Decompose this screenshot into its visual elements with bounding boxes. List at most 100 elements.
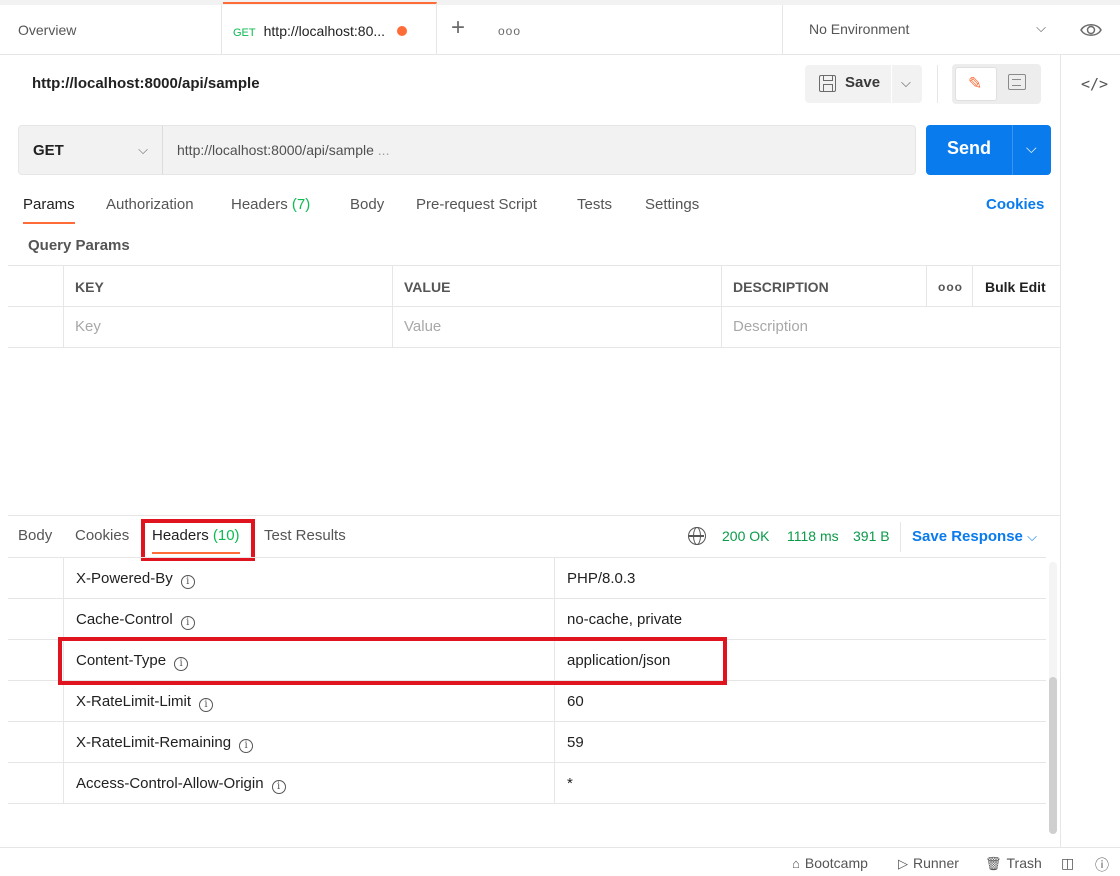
- help-icon[interactable]: ⓘ: [1095, 855, 1109, 875]
- tab-headers[interactable]: Headers (7): [231, 196, 310, 213]
- chevron-down-icon: ⌵: [1036, 20, 1046, 35]
- mode-toggle: ✎: [952, 64, 1041, 104]
- response-size[interactable]: 391 B: [853, 528, 890, 544]
- header-key: Access-Control-Allow-Origin i: [63, 763, 554, 804]
- header-value: 60: [554, 681, 1046, 722]
- tab-request-active[interactable]: GET http://localhost:80...: [223, 2, 437, 55]
- response-time[interactable]: 1118 ms: [787, 528, 839, 544]
- header-value: 59: [554, 722, 1046, 763]
- tab-pre-request-script[interactable]: Pre-request Script: [416, 196, 537, 213]
- chevron-down-icon: ⌵: [1026, 140, 1037, 156]
- tab-more-button[interactable]: ooo: [498, 24, 521, 38]
- tab-settings[interactable]: Settings: [645, 196, 699, 213]
- header-key-text: Access-Control-Allow-Origin: [76, 775, 264, 792]
- key-input[interactable]: Key: [63, 307, 392, 348]
- tab-body[interactable]: Body: [350, 196, 384, 213]
- chevron-down-icon: ⌵: [138, 142, 148, 157]
- highlight-content-type-row: [58, 637, 727, 685]
- code-icon[interactable]: </>: [1081, 75, 1108, 93]
- send-dropdown-button[interactable]: ⌵: [1012, 125, 1051, 175]
- play-icon: ▷: [898, 856, 908, 871]
- tab-request-label: http://localhost:80...: [263, 23, 386, 39]
- info-icon[interactable]: i: [199, 698, 214, 712]
- response-tab-cookies[interactable]: Cookies: [75, 527, 129, 544]
- environment-select[interactable]: No Environment ⌵: [782, 5, 1060, 55]
- bulk-edit-button[interactable]: Bulk Edit: [972, 266, 1060, 307]
- table-row: X-Powered-By i PHP/8.0.3: [8, 558, 1046, 599]
- right-sidebar: </>: [1060, 55, 1120, 847]
- params-empty-row: Key Value Description: [8, 307, 1060, 348]
- column-description: DESCRIPTION: [721, 266, 926, 307]
- method-label: GET: [33, 142, 64, 159]
- trash-button[interactable]: 🗑︎ Trash: [985, 855, 1042, 872]
- trash-label: Trash: [1006, 855, 1042, 871]
- column-value: VALUE: [392, 266, 721, 307]
- runner-button[interactable]: ▷ Runner: [898, 855, 959, 872]
- info-icon[interactable]: i: [271, 780, 286, 794]
- info-icon[interactable]: i: [239, 739, 254, 753]
- top-tab-bar: Overview GET http://localhost:80... + ooo…: [0, 0, 1120, 55]
- request-tabs: Params Authorization Headers (7) Body Pr…: [0, 188, 1060, 228]
- bootcamp-button[interactable]: ⌂ Bootcamp: [792, 855, 868, 871]
- header-value: no-cache, private: [554, 599, 1046, 640]
- info-icon[interactable]: i: [180, 575, 195, 589]
- tab-tests[interactable]: Tests: [577, 196, 612, 213]
- new-tab-button[interactable]: +: [451, 14, 465, 42]
- save-icon: [819, 75, 836, 92]
- two-pane-icon[interactable]: ◫: [1061, 855, 1074, 872]
- save-label: Save: [845, 74, 881, 91]
- save-button[interactable]: Save: [805, 65, 891, 103]
- more-options-button[interactable]: ooo: [926, 266, 972, 307]
- value-input[interactable]: Value: [392, 307, 721, 348]
- header-key: X-RateLimit-Remaining i: [63, 722, 554, 763]
- save-response-button[interactable]: Save Response ⌵: [912, 528, 1037, 545]
- comment-icon[interactable]: [1008, 74, 1026, 90]
- description-input[interactable]: Description: [721, 307, 1060, 348]
- bootcamp-label: Bootcamp: [804, 855, 868, 871]
- table-row: Access-Control-Allow-Origin i *: [8, 763, 1046, 804]
- header-key-text: X-Powered-By: [76, 570, 173, 587]
- query-params-title: Query Params: [28, 237, 130, 254]
- runner-label: Runner: [913, 855, 959, 871]
- status-code[interactable]: 200 OK: [722, 528, 769, 544]
- response-tab-test-results[interactable]: Test Results: [264, 527, 346, 544]
- header-key-text: Cache-Control: [76, 611, 173, 628]
- tab-overview[interactable]: Overview: [0, 5, 222, 55]
- method-select[interactable]: GET ⌵: [18, 125, 163, 175]
- save-dropdown-button[interactable]: ⌵: [892, 65, 922, 103]
- response-divider[interactable]: [8, 515, 1060, 516]
- send-button[interactable]: Send: [926, 125, 1012, 175]
- postman-window: Overview GET http://localhost:80... + ooo…: [0, 0, 1120, 876]
- table-row: Cache-Control i no-cache, private: [8, 599, 1046, 640]
- chevron-down-icon: ⌵: [901, 75, 911, 90]
- tab-authorization[interactable]: Authorization: [106, 196, 194, 213]
- eye-icon[interactable]: [1078, 17, 1104, 43]
- params-header-row: KEY VALUE DESCRIPTION ooo Bulk Edit: [8, 266, 1060, 307]
- divider: [900, 522, 901, 552]
- request-title[interactable]: http://localhost:8000/api/sample: [32, 75, 260, 92]
- globe-icon[interactable]: [688, 527, 706, 545]
- divider: [937, 65, 938, 103]
- header-key: Cache-Control i: [63, 599, 554, 640]
- header-key-text: X-RateLimit-Limit: [76, 693, 192, 710]
- info-icon[interactable]: i: [180, 616, 195, 630]
- tab-headers-count: (7): [291, 196, 311, 213]
- edit-mode-button[interactable]: ✎: [955, 67, 997, 101]
- header-key: X-RateLimit-Limit i: [63, 681, 554, 722]
- url-input[interactable]: http://localhost:8000/api/sample ...: [162, 125, 916, 175]
- save-response-label: Save Response: [912, 528, 1023, 545]
- scrollbar[interactable]: [1049, 562, 1057, 834]
- response-tab-body[interactable]: Body: [18, 527, 52, 544]
- params-table: KEY VALUE DESCRIPTION ooo Bulk Edit Key …: [8, 265, 1060, 348]
- status-bar: ⌂ Bootcamp ▷ Runner 🗑︎ Trash ◫ ⓘ: [0, 847, 1120, 876]
- environment-label: No Environment: [809, 21, 910, 37]
- cookies-link[interactable]: Cookies: [986, 196, 1044, 213]
- table-row: X-RateLimit-Limit i 60: [8, 681, 1046, 722]
- header-value: PHP/8.0.3: [554, 558, 1046, 599]
- scrollbar-thumb[interactable]: [1049, 677, 1057, 834]
- pencil-icon: ✎: [968, 74, 983, 93]
- graduation-cap-icon: ⌂: [792, 856, 800, 871]
- tab-params[interactable]: Params: [23, 196, 75, 224]
- header-value: *: [554, 763, 1046, 804]
- chevron-down-icon: ⌵: [1027, 529, 1037, 544]
